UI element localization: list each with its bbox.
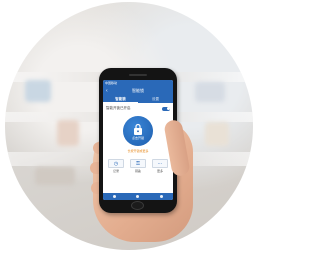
nav-home-icon[interactable] (113, 195, 117, 198)
tab-bar: 智能锁 设置 (103, 96, 173, 103)
blurred-object (57, 120, 79, 146)
bottom-nav (103, 193, 173, 200)
blurred-object (25, 80, 51, 102)
unlock-button[interactable]: 点击开锁 (123, 116, 153, 146)
smartphone: 中国移动 ‹ 智能锁 智能锁 设置 智能开锁已开启 点击开锁 长按开锁或更多 ◷… (99, 68, 177, 213)
more-icon: ⋯ (152, 159, 168, 168)
settings-row-label: 智能开锁已开启 (106, 106, 131, 110)
nav-device-icon[interactable] (136, 195, 140, 198)
action-label: 钥匙 (134, 169, 141, 173)
blurred-object (205, 122, 229, 146)
action-label: 记录 (112, 169, 119, 173)
clock-icon: ◷ (108, 159, 124, 168)
home-button[interactable] (131, 201, 144, 210)
tab-smart-lock[interactable]: 智能锁 (103, 96, 138, 103)
promo-image: 中国移动 ‹ 智能锁 智能锁 设置 智能开锁已开启 点击开锁 长按开锁或更多 ◷… (0, 0, 257, 254)
blurred-object (35, 167, 75, 185)
action-more[interactable]: ⋯ 更多 (150, 159, 170, 173)
action-records[interactable]: ◷ 记录 (106, 159, 126, 173)
phone-speaker (129, 74, 147, 76)
action-row: ◷ 记录 ⚿ 钥匙 ⋯ 更多 (103, 159, 173, 173)
blurred-object (195, 82, 225, 102)
app-title: 智能锁 (132, 88, 144, 93)
unlock-button-label: 点击开锁 (131, 135, 144, 140)
action-label: 更多 (156, 169, 163, 173)
back-arrow-icon[interactable]: ‹ (106, 86, 108, 96)
lock-section: 点击开锁 长按开锁或更多 (103, 116, 173, 153)
toggle-switch[interactable] (162, 106, 170, 111)
action-keys[interactable]: ⚿ 钥匙 (128, 159, 148, 173)
tab-settings[interactable]: 设置 (138, 96, 173, 103)
key-icon: ⚿ (130, 159, 146, 168)
phone-screen: 中国移动 ‹ 智能锁 智能锁 设置 智能开锁已开启 点击开锁 长按开锁或更多 ◷… (103, 80, 173, 200)
lock-icon (134, 123, 142, 135)
settings-row: 智能开锁已开启 (103, 103, 173, 114)
app-header: ‹ 智能锁 (103, 86, 173, 96)
nav-profile-icon[interactable] (159, 195, 163, 198)
unlock-hint: 长按开锁或更多 (127, 149, 149, 153)
